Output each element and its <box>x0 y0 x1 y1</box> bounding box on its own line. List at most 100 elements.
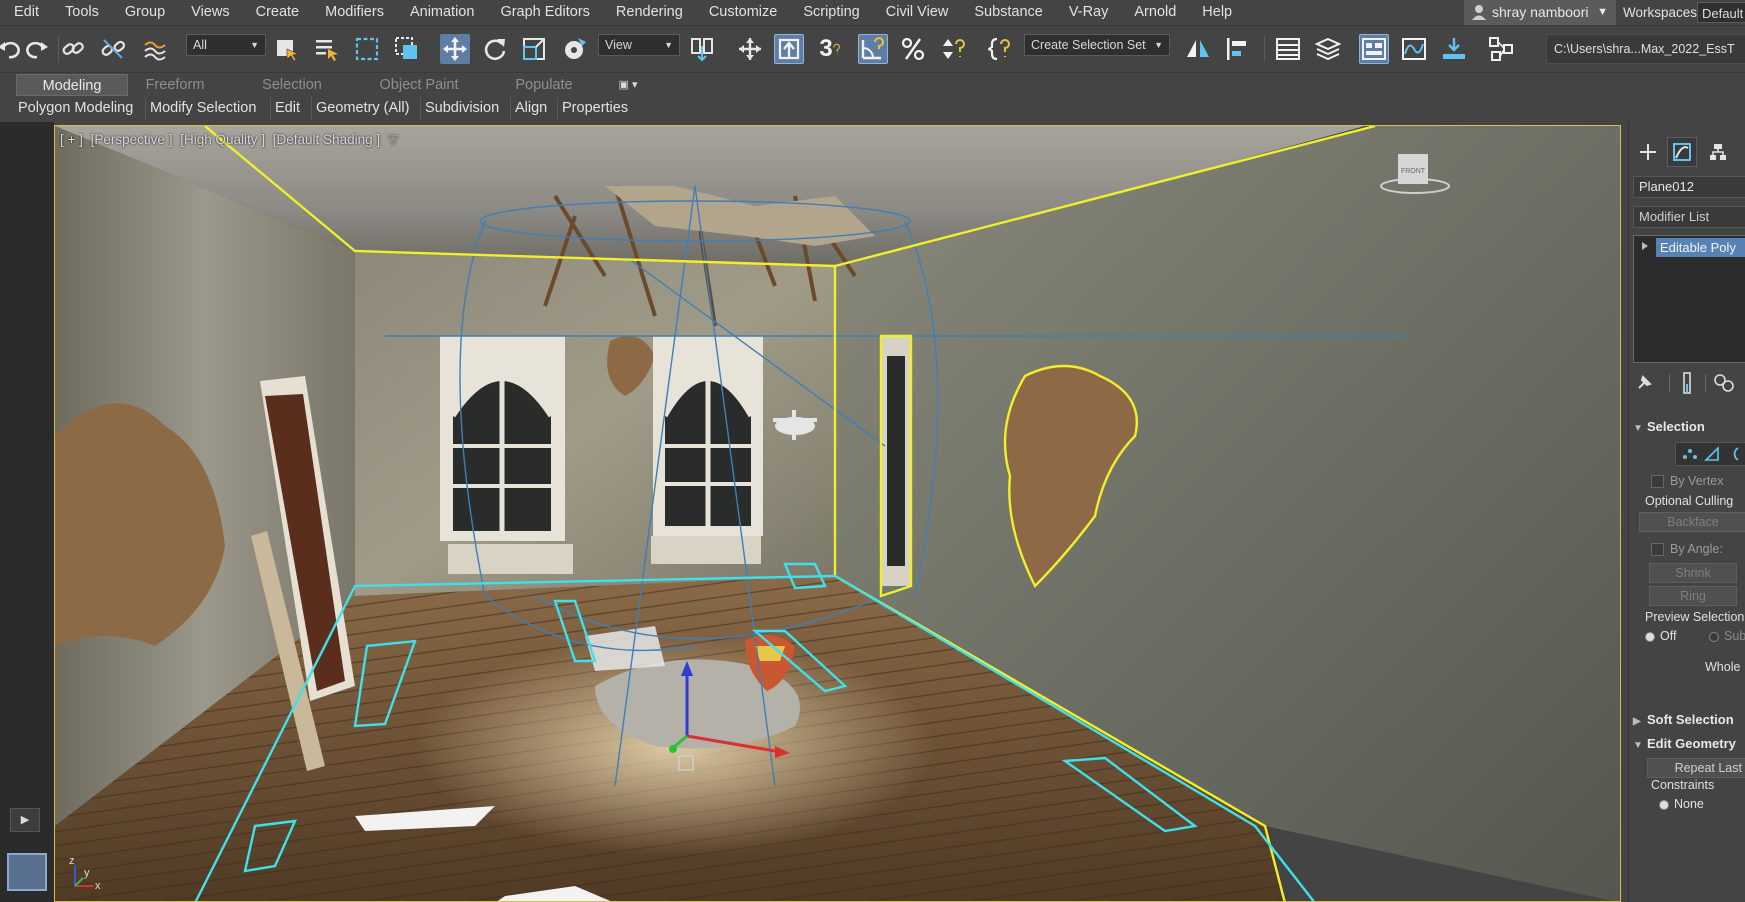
move-button[interactable] <box>440 34 470 64</box>
backface-button[interactable]: Backface <box>1639 512 1745 532</box>
mirror-button[interactable] <box>1183 34 1213 64</box>
menu-modifiers[interactable]: Modifiers <box>308 0 393 25</box>
project-path-field[interactable]: C:\Users\shra...Max_2022_EssT <box>1546 34 1745 64</box>
tab-modeling[interactable]: Modeling <box>16 74 128 96</box>
hierarchy-tab[interactable] <box>1703 137 1733 167</box>
select-by-name-button[interactable] <box>312 34 342 64</box>
panel-polygon-modeling[interactable]: Polygon Modeling <box>14 97 137 120</box>
align-button[interactable] <box>1222 34 1252 64</box>
redo-button[interactable] <box>22 34 52 64</box>
snaps-toggle-button[interactable]: 3 <box>818 34 848 64</box>
perspective-viewport[interactable]: FRONT z x y [ + ] [Perspective ] [High Q… <box>54 125 1621 902</box>
edge-icon[interactable] <box>1704 446 1720 462</box>
percent-snap-button[interactable] <box>898 34 928 64</box>
by-angle-checkbox[interactable]: By Angle: <box>1651 542 1723 557</box>
border-icon[interactable] <box>1728 446 1744 462</box>
undo-button[interactable] <box>0 34 24 64</box>
menu-rendering[interactable]: Rendering <box>599 0 692 25</box>
schematic-view-button[interactable] <box>1486 34 1516 64</box>
menu-customize[interactable]: Customize <box>692 0 787 25</box>
curve-editor-button[interactable] <box>1399 34 1429 64</box>
menu-tools[interactable]: Tools <box>48 0 108 25</box>
selection-rollout-header[interactable]: ▼ Selection <box>1633 416 1745 438</box>
link-button[interactable] <box>58 34 88 64</box>
soft-selection-rollout-header[interactable]: ▶ Soft Selection <box>1633 709 1745 731</box>
ring-button[interactable]: Ring <box>1649 586 1737 606</box>
tab-freeform[interactable]: Freeform <box>135 74 215 96</box>
placement-button[interactable] <box>560 34 590 64</box>
tab-object-paint[interactable]: Object Paint <box>370 74 468 96</box>
named-selection-sets-dropdown[interactable]: Create Selection Set ▼ <box>1024 34 1170 56</box>
user-account-menu[interactable]: shray namboori ▼ <box>1464 0 1616 25</box>
constraint-none-radio[interactable]: None <box>1659 797 1704 811</box>
rect-selection-button[interactable] <box>352 34 382 64</box>
menu-animation[interactable]: Animation <box>393 0 483 25</box>
collapse-icon: ▼ <box>1633 423 1643 434</box>
menu-substance[interactable]: Substance <box>957 0 1052 25</box>
edit-named-sets-button[interactable] <box>986 34 1016 64</box>
use-pivot-button[interactable] <box>688 34 718 64</box>
repeat-last-button[interactable]: Repeat Last <box>1647 758 1745 778</box>
object-name-field[interactable]: Plane012 <box>1633 176 1745 198</box>
menu-civil-view[interactable]: Civil View <box>869 0 958 25</box>
pin-stack-icon[interactable] <box>1635 374 1653 392</box>
scene-render[interactable]: FRONT z x y <box>55 126 1621 902</box>
preview-subobj-radio[interactable]: SubObj <box>1709 629 1745 643</box>
viewport-shading-menu[interactable]: [Default Shading ] <box>273 132 380 147</box>
panel-geometry-all[interactable]: Geometry (All) <box>311 97 413 120</box>
viewport-general-menu[interactable]: [ + ] <box>60 132 83 147</box>
user-name: shray namboori <box>1492 4 1589 20</box>
modify-tab[interactable] <box>1667 137 1697 167</box>
viewport-quality-menu[interactable]: [High Quality ] <box>180 132 265 147</box>
ref-coord-dropdown[interactable]: View ▼ <box>598 34 680 56</box>
layer-explorer-button[interactable] <box>1313 34 1343 64</box>
preview-off-radio[interactable]: Off <box>1645 629 1676 643</box>
menu-create[interactable]: Create <box>239 0 309 25</box>
tab-selection[interactable]: Selection <box>252 74 332 96</box>
rotate-button[interactable] <box>480 34 510 64</box>
ribbon-toggle-button[interactable] <box>1359 34 1389 64</box>
menu-edit[interactable]: Edit <box>0 0 48 25</box>
modifier-list-dropdown[interactable]: Modifier List <box>1633 206 1745 228</box>
menu-scripting[interactable]: Scripting <box>786 0 868 25</box>
panel-edit[interactable]: Edit <box>270 97 304 120</box>
render-setup-button[interactable] <box>1439 34 1469 64</box>
show-end-result-icon[interactable] <box>1679 372 1695 394</box>
tab-populate[interactable]: Populate <box>506 74 582 96</box>
panel-modify-selection[interactable]: Modify Selection <box>145 97 260 120</box>
shrink-button[interactable]: Shrink <box>1649 563 1737 583</box>
make-unique-icon[interactable] <box>1713 373 1735 393</box>
workspaces-select[interactable]: Default <box>1697 2 1745 23</box>
scene-explorer-button[interactable] <box>1273 34 1303 64</box>
edit-geometry-rollout-header[interactable]: ▼ Edit Geometry <box>1633 733 1745 755</box>
keyboard-shortcut-override-button[interactable] <box>774 34 804 64</box>
panel-subdivision[interactable]: Subdivision <box>420 97 503 120</box>
menu-arnold[interactable]: Arnold <box>1117 0 1185 25</box>
ribbon-options-button[interactable]: ▣ ▾ <box>612 74 644 96</box>
angle-snap-button[interactable] <box>858 34 888 64</box>
select-object-button[interactable] <box>272 34 302 64</box>
filter-icon[interactable]: ▽ <box>388 132 398 147</box>
select-manipulate-button[interactable] <box>735 34 765 64</box>
panel-align[interactable]: Align <box>510 97 551 120</box>
selection-filter-dropdown[interactable]: All ▼ <box>186 34 266 56</box>
bind-space-warp-button[interactable] <box>140 34 170 64</box>
window-crossing-button[interactable] <box>392 34 422 64</box>
create-tab[interactable] <box>1633 137 1663 167</box>
expand-triangle-icon[interactable] <box>1642 242 1648 250</box>
expand-viewport-layouts-button[interactable]: ▶ <box>10 808 40 832</box>
viewport-pov-menu[interactable]: [Perspective ] <box>91 132 173 147</box>
menu-graph-editors[interactable]: Graph Editors <box>483 0 598 25</box>
panel-properties[interactable]: Properties <box>557 97 632 120</box>
unlink-button[interactable] <box>98 34 128 64</box>
menu-group[interactable]: Group <box>108 0 174 25</box>
spinner-snap-button[interactable] <box>938 34 968 64</box>
modifier-stack-item[interactable]: Editable Poly <box>1656 238 1745 257</box>
menu-views[interactable]: Views <box>174 0 238 25</box>
viewport-layout-swatch[interactable] <box>7 853 47 891</box>
menu-help[interactable]: Help <box>1185 0 1241 25</box>
by-vertex-checkbox[interactable]: By Vertex <box>1651 474 1724 489</box>
vertex-icon[interactable] <box>1682 447 1698 461</box>
scale-button[interactable] <box>519 34 549 64</box>
menu-vray[interactable]: V-Ray <box>1052 0 1118 25</box>
